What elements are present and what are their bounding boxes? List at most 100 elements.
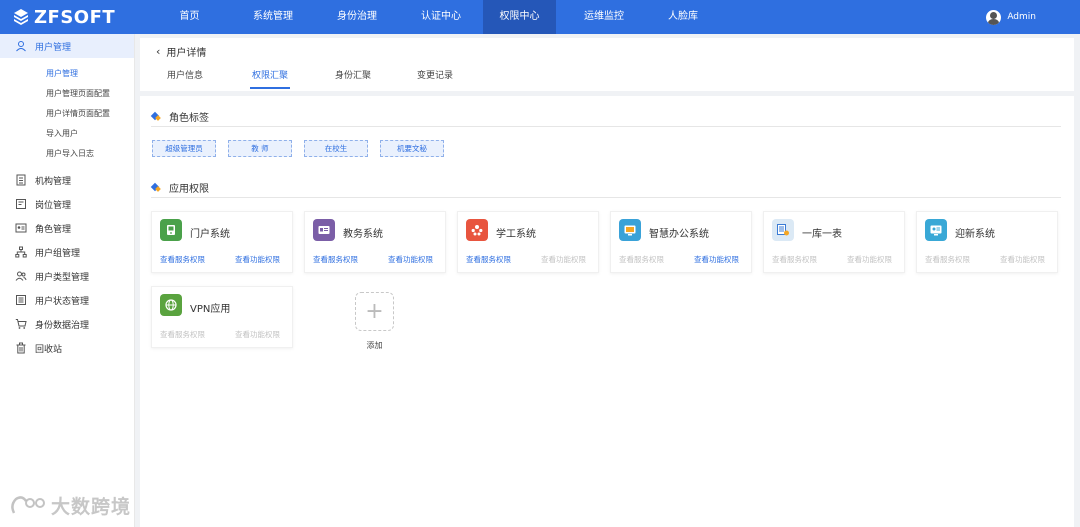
app-name: 智慧办公系统 [649,229,709,240]
add-app-label: 添加 [366,341,383,350]
app-card-one-db-one-table[interactable]: 一库一表 查看服务权限 查看功能权限 [763,211,905,273]
sidebar-item-label: 身份数据治理 [35,320,90,331]
students-icon [466,219,488,241]
watermark-logo-icon [11,495,45,514]
roles-section-title: 角色标签 [151,109,209,124]
back-link[interactable]: ‹ 用户详情 [156,44,206,59]
view-service-permission-link[interactable]: 查看服务权限 [313,254,358,265]
nav-permission-center[interactable]: 权限中心 [483,0,556,34]
sidebar-item-post-management[interactable]: 岗位管理 [0,192,134,216]
view-function-permission-link: 查看功能权限 [235,330,280,339]
watermark: 大数跨境 [8,492,131,519]
app-name: 一库一表 [802,229,842,240]
nav-identity-governance[interactable]: 身份治理 [315,0,399,34]
cart-icon [15,318,27,330]
sidebar-item-user-management[interactable]: 用户管理 [0,64,134,84]
app-name: 门户系统 [190,229,230,240]
app-card-vpn[interactable]: VPN应用 查看服务权限 查看功能权限 [151,286,293,348]
nav-ops-monitoring[interactable]: 运维监控 [556,0,652,34]
portal-icon [160,219,182,241]
brand-logo[interactable]: ZFSOFT [0,0,135,34]
tab-change-log[interactable]: 变更记录 [417,68,453,91]
sidebar-item-label: 用户组管理 [35,248,81,259]
sidebar-item-org-management[interactable]: 机构管理 [0,168,134,192]
app-card-welcome[interactable]: 迎新系统 查看服务权限 查看功能权限 [916,211,1058,273]
app-name: VPN应用 [190,304,231,315]
view-service-permission-link[interactable]: 查看服务权限 [160,254,205,265]
divider [151,126,1061,127]
page-header: ‹ 用户详情 用户信息 权限汇聚 身份汇聚 变更记录 [140,38,1074,91]
app-name: 学工系统 [496,229,536,240]
users-icon [15,270,27,282]
view-service-permission-link: 查看服务权限 [619,255,664,264]
app-card-academic[interactable]: 教务系统 查看服务权限 查看功能权限 [304,211,446,273]
diamond-icon [151,112,161,122]
post-icon [15,198,27,210]
add-app-button[interactable]: + [355,292,394,331]
view-function-permission-link: 查看功能权限 [1000,255,1045,264]
sidebar: 用户管理 用户管理 用户管理页面配置 用户详情页面配置 导入用户 用户导入日志 … [0,34,135,527]
sidebar-item-usergroup-management[interactable]: 用户组管理 [0,240,134,264]
user-menu[interactable]: Admin [986,0,1036,34]
role-tag[interactable]: 在校生 [304,140,368,157]
sidebar-item-label: 机构管理 [35,176,72,187]
app-card-portal[interactable]: 门户系统 查看服务权限 查看功能权限 [151,211,293,273]
table-icon [772,219,794,241]
view-function-permission-link[interactable]: 查看功能权限 [388,254,433,265]
vpn-globe-icon [160,294,182,316]
page-title: 用户详情 [166,48,207,59]
sidebar-item-recycle-bin[interactable]: 回收站 [0,336,134,360]
top-navbar: ZFSOFT 首页 系统管理 身份治理 认证中心 权限中心 运维监控 人脸库 A… [0,0,1080,34]
watermark-text: 大数跨境 [51,496,132,518]
building-icon [15,174,27,186]
sidebar-item-identity-data[interactable]: 身份数据治理 [0,312,134,336]
role-tag[interactable]: 机要文秘 [380,140,444,157]
avatar [986,9,1002,25]
org-tree-icon [15,246,27,258]
main-content: 角色标签 超级管理员 教 师 在校生 机要文秘 应用权限 门户系统 查看服务权限… [140,96,1074,527]
tab-identity-summary[interactable]: 身份汇聚 [335,68,371,91]
zfsoft-logo-icon [14,9,28,25]
sidebar-item-import-log[interactable]: 用户导入日志 [0,144,134,164]
sidebar-item-role-management[interactable]: 角色管理 [0,216,134,240]
nav-auth-center[interactable]: 认证中心 [399,0,483,34]
role-tag[interactable]: 超级管理员 [152,140,216,157]
brand-name: ZFSOFT [34,6,116,28]
sidebar-item-import-users[interactable]: 导入用户 [0,124,134,144]
sidebar-group-user-management[interactable]: 用户管理 [0,34,134,58]
trash-icon [15,342,27,354]
sidebar-item-userstatus-management[interactable]: 用户状态管理 [0,288,134,312]
main-nav: 首页 系统管理 身份治理 认证中心 权限中心 运维监控 人脸库 [148,0,714,34]
divider [151,197,1061,198]
tab-user-info[interactable]: 用户信息 [167,68,203,91]
sidebar-item-user-detail-config[interactable]: 用户详情页面配置 [0,104,134,124]
sidebar-item-label: 用户类型管理 [35,272,90,283]
sidebar-item-label: 角色管理 [35,224,72,235]
role-tag[interactable]: 教 师 [228,140,292,157]
nav-home[interactable]: 首页 [148,0,231,34]
status-icon [15,294,27,306]
sidebar-group-label: 用户管理 [35,42,72,53]
view-function-permission-link[interactable]: 查看功能权限 [235,254,280,265]
sidebar-item-user-page-config[interactable]: 用户管理页面配置 [0,84,134,104]
view-service-permission-link: 查看服务权限 [772,255,817,264]
academic-icon [313,219,335,241]
role-tags: 超级管理员 教 师 在校生 机要文秘 [152,140,456,157]
view-service-permission-link: 查看服务权限 [925,255,970,264]
app-card-student-affairs[interactable]: 学工系统 查看服务权限 查看功能权限 [457,211,599,273]
chevron-left-icon: ‹ [156,45,161,58]
office-icon [619,219,641,241]
view-function-permission-link[interactable]: 查看功能权限 [694,254,739,265]
sidebar-item-usertype-management[interactable]: 用户类型管理 [0,264,134,288]
view-service-permission-link[interactable]: 查看服务权限 [466,254,511,265]
welcome-icon [925,219,947,241]
apps-section-title: 应用权限 [151,180,209,195]
view-service-permission-link: 查看服务权限 [160,330,205,339]
view-function-permission-link: 查看功能权限 [847,255,892,264]
tab-permission-summary[interactable]: 权限汇聚 [249,68,291,91]
nav-system-management[interactable]: 系统管理 [231,0,315,34]
nav-face-library[interactable]: 人脸库 [652,0,714,34]
plus-icon: + [365,299,384,324]
diamond-icon [151,183,161,193]
app-card-smart-office[interactable]: 智慧办公系统 查看服务权限 查看功能权限 [610,211,752,273]
